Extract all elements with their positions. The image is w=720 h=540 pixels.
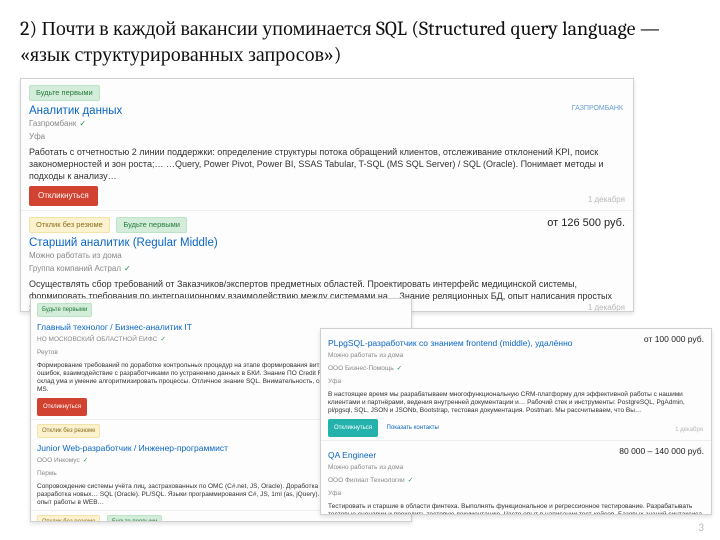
post-date: 1 декабря bbox=[588, 194, 625, 206]
salary: от 126 500 руб. bbox=[547, 217, 625, 229]
company-logo: ГАЗПРОМБАНК bbox=[572, 103, 623, 115]
company-name: ООО Бизнес-Помощь✓ bbox=[328, 363, 704, 375]
respond-button[interactable]: Откликнуться bbox=[37, 398, 87, 416]
remote-note: Можно работать из дома bbox=[29, 250, 625, 262]
respond-button[interactable]: Откликнуться bbox=[328, 419, 378, 437]
badge-first: Будьте первыми bbox=[37, 303, 92, 317]
verified-icon: ✓ bbox=[79, 119, 86, 128]
job-card: Отклик без резюме Будьте первыми от 126 … bbox=[21, 211, 633, 312]
city: Уфа bbox=[29, 131, 625, 143]
verified-icon: ✓ bbox=[397, 365, 402, 372]
job-title-link[interactable]: QA Engineer bbox=[328, 449, 376, 461]
job-title-link[interactable]: Аналитик данных bbox=[29, 105, 122, 117]
salary: от 100 000 руб. bbox=[644, 333, 704, 345]
job-card: от 100 000 руб. PLpgSQL-разработчик со з… bbox=[321, 329, 711, 441]
job-description: Тестировать и старшие в области финтеха.… bbox=[328, 503, 704, 515]
city: Уфа bbox=[328, 488, 704, 500]
remote-note: Можно работать из дома bbox=[328, 462, 704, 474]
badge-first: Будьте первыми bbox=[107, 515, 162, 522]
job-description: Работать с отчетностью 2 линии поддержки… bbox=[29, 146, 625, 182]
badge-no-resume: Отклик без резюме bbox=[37, 424, 100, 438]
page-number: 3 bbox=[698, 521, 704, 534]
show-contacts-button[interactable]: Показать контакты bbox=[381, 419, 445, 437]
job-card: 80 000 – 140 000 руб. QA Engineer Можно … bbox=[321, 441, 711, 515]
job-title-link[interactable]: Junior Web-разработчик / Инженер-програм… bbox=[37, 442, 228, 454]
job-title-link[interactable]: PLpgSQL-разработчик со знанием frontend … bbox=[328, 337, 573, 349]
company-name: Группа компаний Астрал✓ bbox=[29, 263, 625, 275]
respond-button[interactable]: Откликнуться bbox=[29, 186, 98, 206]
job-description: В настоящее время мы разрабатываем много… bbox=[328, 391, 704, 415]
verified-icon: ✓ bbox=[408, 477, 413, 484]
post-date: 1 декабря bbox=[675, 424, 703, 436]
job-panel-a: Будьте первыми Аналитик данных ГАЗПРОМБА… bbox=[20, 78, 634, 312]
job-title-link[interactable]: Главный технолог / Бизнес-аналитик IT bbox=[37, 321, 192, 333]
slide-heading: 2) Почти в каждой вакансии упоминается S… bbox=[20, 16, 680, 68]
post-date: 1 декабря bbox=[588, 302, 625, 312]
verified-icon: ✓ bbox=[83, 457, 88, 464]
job-title-link[interactable]: Старший аналитик (Regular Middle) bbox=[29, 237, 218, 249]
remote-note: Можно работать из дома bbox=[328, 350, 704, 362]
badge-no-resume: Отклик без резюме bbox=[29, 217, 110, 233]
badge-first: Будьте первыми bbox=[116, 217, 187, 233]
city: Уфа bbox=[328, 376, 704, 388]
verified-icon: ✓ bbox=[160, 336, 165, 343]
badge-first: Будьте первыми bbox=[29, 85, 100, 101]
job-panel-c: от 100 000 руб. PLpgSQL-разработчик со з… bbox=[320, 328, 712, 515]
verified-icon: ✓ bbox=[124, 264, 131, 273]
company-name: ООО Филиал Технологии✓ bbox=[328, 475, 704, 487]
badge-no-resume: Отклик без резюме bbox=[37, 515, 100, 522]
company-name: Газпромбанк✓ bbox=[29, 118, 625, 130]
salary: 80 000 – 140 000 руб. bbox=[619, 445, 704, 457]
job-card: Будьте первыми Аналитик данных ГАЗПРОМБА… bbox=[21, 79, 633, 211]
